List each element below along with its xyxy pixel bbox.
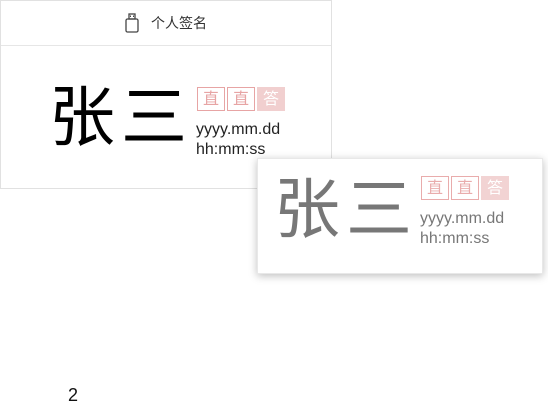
- preview-signature-name: 张三: [274, 171, 418, 248]
- preview-time-format: hh:mm:ss: [420, 230, 490, 247]
- stamp-char: 答: [257, 87, 285, 111]
- panel-title: 个人签名: [151, 16, 207, 32]
- time-format: hh:mm:ss: [196, 141, 266, 158]
- usb-drive-icon: [125, 13, 139, 33]
- panel-header: 个人签名: [1, 1, 331, 46]
- stamp-char: 直: [197, 87, 225, 111]
- stamp-char: 直: [227, 87, 255, 111]
- date-format: yyyy.mm.dd: [196, 121, 281, 138]
- stamp-char: 直: [451, 176, 479, 200]
- signature-drag-preview[interactable]: 张三 直 直 答 yyyy.mm.dd hh:mm:ss: [257, 158, 543, 274]
- page-number: 2: [68, 385, 79, 405]
- signature-datetime: yyyy.mm.dd hh:mm:ss: [196, 120, 280, 160]
- stamp-char: 答: [481, 176, 509, 200]
- preview-datetime: yyyy.mm.dd hh:mm:ss: [420, 209, 504, 249]
- stamp-char: 直: [421, 176, 449, 200]
- preview-seal-stamp: 直 直 答: [421, 176, 509, 200]
- seal-stamp: 直 直 答: [197, 87, 285, 111]
- signature-name[interactable]: 张三: [49, 85, 193, 151]
- preview-date-format: yyyy.mm.dd: [420, 210, 505, 227]
